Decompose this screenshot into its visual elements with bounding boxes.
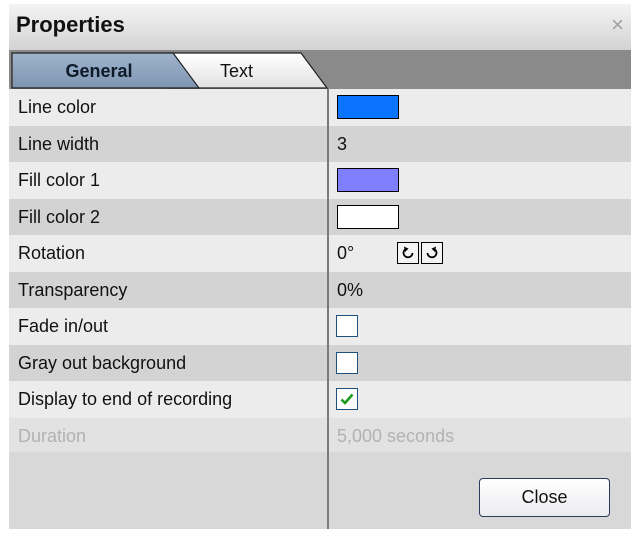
gray-out-background-checkbox[interactable]: [336, 351, 358, 374]
gray-out-background-label: Gray out background: [9, 344, 327, 381]
column-divider: [327, 89, 329, 529]
display-to-end-value: [329, 381, 631, 418]
row-fill-color-2: Fill color 2: [9, 198, 631, 235]
duration-value: 5,000 seconds: [329, 417, 631, 454]
fade-in-out-value: [329, 308, 631, 345]
line-color-value: [329, 89, 631, 126]
fill-color-2-swatch[interactable]: [337, 204, 399, 229]
tab-strip: General Text: [9, 50, 631, 89]
line-width-label: Line width: [9, 125, 327, 162]
rotate-left-icon[interactable]: [397, 242, 419, 264]
row-duration: Duration 5,000 seconds: [9, 417, 631, 454]
rotate-right-icon[interactable]: [421, 242, 443, 264]
duration-label: Duration: [9, 417, 327, 454]
tab-general[interactable]: General: [29, 61, 169, 82]
display-to-end-label: Display to end of recording: [9, 381, 327, 418]
fill-color-2-label: Fill color 2: [9, 198, 327, 235]
display-to-end-checkbox[interactable]: [336, 388, 358, 410]
fill-color-1-label: Fill color 1: [9, 162, 327, 199]
row-line-color: Line color: [9, 89, 631, 126]
row-transparency: Transparency 0%: [9, 271, 631, 308]
rotation-text[interactable]: 0°: [337, 243, 354, 263]
fill-color-1-value: [329, 162, 631, 199]
gray-out-background-value: [329, 344, 631, 381]
row-line-width: Line width 3: [9, 125, 631, 162]
panel-title: Properties: [16, 12, 125, 37]
row-rotation: Rotation 0°: [9, 235, 631, 272]
row-gray-out-background: Gray out background: [9, 344, 631, 381]
row-fill-color-1: Fill color 1: [9, 162, 631, 199]
fade-in-out-label: Fade in/out: [9, 308, 327, 345]
property-grid: Line color Line width 3 Fill color 1 Fil…: [9, 89, 631, 454]
rotation-value: 0°: [329, 235, 631, 272]
line-color-swatch[interactable]: [337, 95, 399, 119]
fill-color-2-value: [329, 198, 631, 235]
row-fade-in-out: Fade in/out: [9, 308, 631, 345]
tab-text[interactable]: Text: [189, 61, 284, 82]
close-icon[interactable]: ×: [611, 14, 624, 36]
fill-color-1-swatch[interactable]: [337, 168, 399, 192]
line-color-label: Line color: [9, 89, 327, 126]
title-bar: Properties ×: [9, 4, 631, 50]
close-button[interactable]: Close: [479, 478, 610, 517]
fade-in-out-checkbox[interactable]: [336, 315, 358, 337]
properties-panel: Properties × General Text Line color Lin…: [9, 4, 631, 529]
transparency-label: Transparency: [9, 271, 327, 308]
transparency-value[interactable]: 0%: [329, 271, 631, 308]
checkmark-icon: [340, 393, 354, 405]
line-width-value[interactable]: 3: [329, 125, 631, 162]
row-display-to-end: Display to end of recording: [9, 381, 631, 418]
rotation-label: Rotation: [9, 235, 327, 272]
